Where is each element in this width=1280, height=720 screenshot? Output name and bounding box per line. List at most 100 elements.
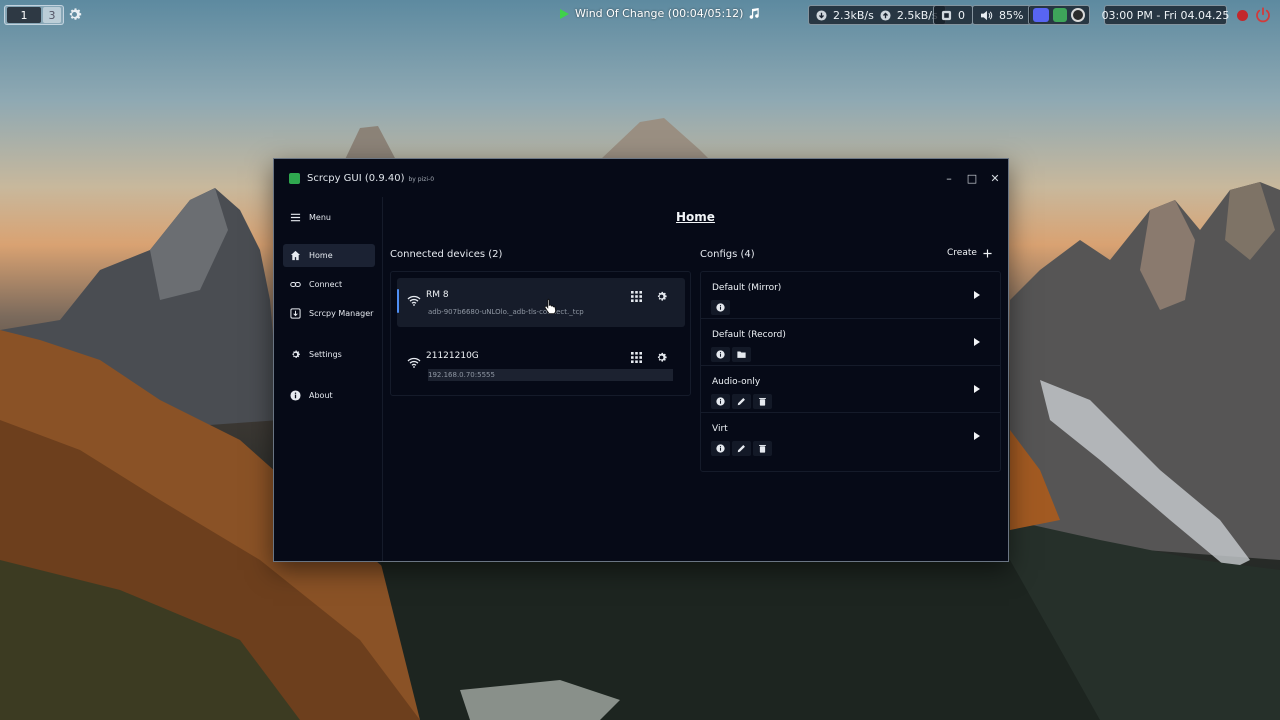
download-speed-icon (816, 9, 827, 21)
workspace-3[interactable]: 3 (43, 7, 61, 23)
power-icon[interactable] (1254, 6, 1272, 24)
media-player-widget[interactable]: Wind Of Change (00:04/05:12) (560, 7, 760, 20)
configs-list: Default (Mirror) Default (Record) Audio-… (700, 271, 1001, 472)
config-name: Default (Record) (712, 330, 786, 340)
sidebar-item-scrcpy-manager[interactable]: Scrcpy Manager (283, 302, 375, 325)
upload-speed-icon (880, 9, 891, 21)
play-icon[interactable] (974, 338, 980, 346)
containers-count: 0 (958, 8, 965, 22)
config-edit-button[interactable] (732, 441, 751, 456)
volume-level: 85% (999, 8, 1024, 22)
edit-icon (737, 445, 745, 453)
gear-icon[interactable] (655, 290, 668, 303)
hand-cursor-icon (544, 298, 556, 314)
device-name: 21121210G (426, 351, 479, 361)
network-speed: 2.3kB/s 2.5kB/s (808, 5, 946, 25)
workspace-switcher: 1 3 (4, 5, 64, 25)
link-icon (290, 281, 301, 288)
config-folder-button[interactable] (732, 347, 751, 362)
obs-icon[interactable] (1071, 8, 1085, 22)
config-actions (711, 347, 751, 362)
minimize-icon: – (946, 171, 952, 185)
trash-icon (759, 397, 766, 406)
config-item[interactable]: Virt (701, 413, 1000, 460)
config-item[interactable]: Default (Mirror) (701, 272, 1000, 319)
device-item[interactable]: 21121210G 192.168.0.70:5555 (397, 339, 685, 388)
download-speed: 2.3kB/s (833, 8, 874, 22)
media-title: Wind Of Change (00:04/05:12) (575, 7, 744, 20)
plus-icon (983, 248, 992, 258)
wifi-icon (407, 295, 421, 306)
config-actions (711, 394, 772, 409)
info-icon (716, 303, 725, 312)
window-author: by pizi-0 (408, 176, 435, 183)
config-item[interactable]: Audio-only (701, 366, 1000, 413)
sidebar-item-label: About (309, 391, 333, 400)
page-title: Home (676, 210, 715, 224)
window-title-text: Scrcpy GUI (0.9.40) (307, 173, 405, 184)
wifi-icon (407, 357, 421, 368)
sidebar-item-connect[interactable]: Connect (283, 273, 375, 296)
volume-widget[interactable]: 85% (972, 5, 1032, 25)
scrcpy-gui-window: Scrcpy GUI (0.9.40) by pizi-0 – □ ✕ Menu … (273, 158, 1009, 562)
sidebar-item-label: Connect (309, 280, 343, 289)
sidebar-item-settings[interactable]: Settings (283, 343, 375, 366)
box-icon (941, 10, 952, 20)
config-delete-button[interactable] (753, 394, 772, 409)
info-icon (290, 390, 301, 401)
device-name: RM 8 (426, 290, 449, 300)
clock[interactable]: 03:00 PM - Fri 04.04.25 (1101, 5, 1230, 25)
close-icon: ✕ (990, 171, 1000, 185)
hamburger-icon (290, 213, 301, 222)
home-icon (290, 250, 301, 261)
maximize-button[interactable]: □ (965, 171, 979, 185)
folder-icon (737, 351, 746, 358)
play-icon[interactable] (560, 8, 569, 19)
gear-icon (292, 350, 300, 358)
apps-grid-icon[interactable] (631, 352, 642, 363)
play-icon[interactable] (974, 385, 980, 393)
sidebar-item-home[interactable]: Home (283, 244, 375, 267)
upload-speed: 2.5kB/s (896, 8, 938, 22)
play-icon[interactable] (974, 432, 980, 440)
top-panel: 1 3 Wind Of Change (00:04/05:12) 2.3kB/s… (0, 0, 1280, 30)
config-delete-button[interactable] (753, 441, 772, 456)
config-info-button[interactable] (711, 347, 730, 362)
titlebar[interactable]: Scrcpy GUI (0.9.40) by pizi-0 – □ ✕ (274, 159, 1008, 197)
sidebar: Menu Home Connect Scrcpy Manager Setting… (274, 197, 383, 561)
containers-widget[interactable]: 0 (933, 5, 973, 25)
sidebar-item-label: Settings (309, 350, 342, 359)
devices-section-title: Connected devices (2) (390, 249, 503, 260)
app-logo-icon (289, 173, 300, 184)
clock-text: 03:00 PM - Fri 04.04.25 (1101, 8, 1230, 22)
config-info-button[interactable] (711, 394, 730, 409)
device-item[interactable]: RM 8 adb-907b6680-uNLOlo._adb-tls-connec… (397, 278, 685, 327)
menu-toggle-button[interactable]: Menu (283, 206, 375, 229)
android-icon[interactable] (1053, 8, 1067, 22)
edit-icon (737, 398, 745, 406)
apps-grid-icon[interactable] (631, 291, 642, 302)
configs-section-title: Configs (4) (700, 249, 755, 260)
record-indicator-icon[interactable] (1237, 10, 1248, 21)
selection-indicator (397, 289, 399, 313)
sidebar-item-label: Scrcpy Manager (309, 309, 374, 318)
gear-icon[interactable] (66, 6, 83, 23)
play-icon[interactable] (974, 291, 980, 299)
minimize-button[interactable]: – (942, 171, 956, 185)
config-info-button[interactable] (711, 441, 730, 456)
gear-icon[interactable] (655, 351, 668, 364)
config-item[interactable]: Default (Record) (701, 319, 1000, 366)
workspace-1[interactable]: 1 (7, 7, 41, 23)
config-edit-button[interactable] (732, 394, 751, 409)
create-label: Create (947, 248, 977, 258)
config-info-button[interactable] (711, 300, 730, 315)
close-button[interactable]: ✕ (988, 171, 1002, 185)
create-config-button[interactable]: Create (947, 248, 992, 258)
sidebar-item-label: Home (309, 251, 333, 260)
device-serial: adb-907b6680-uNLOlo._adb-tls-connect._tc… (428, 308, 584, 316)
maximize-icon: □ (966, 171, 978, 185)
music-note-icon (750, 8, 760, 19)
discord-icon[interactable] (1033, 8, 1049, 22)
window-title: Scrcpy GUI (0.9.40) by pizi-0 (307, 173, 434, 184)
sidebar-item-about[interactable]: About (283, 384, 375, 407)
